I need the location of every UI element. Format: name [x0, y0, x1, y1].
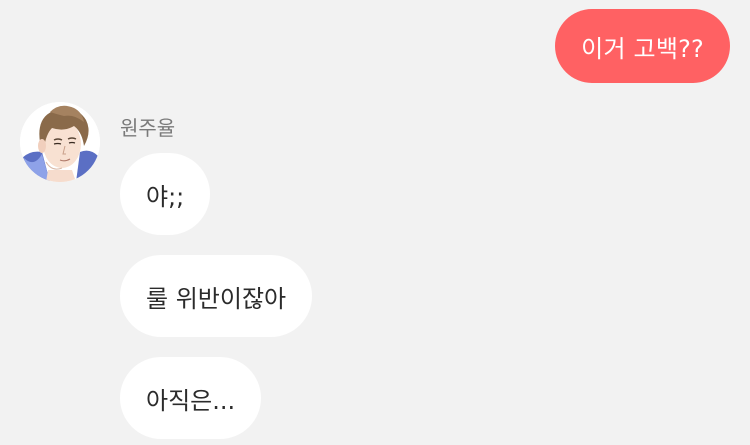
incoming-message-text: 룰 위반이잖아 [146, 284, 287, 313]
chat-thread: 이거 고백?? 원주율 야;; 룰 위반이잖아 아직은... [0, 0, 750, 445]
incoming-message-bubble[interactable]: 룰 위반이잖아 [120, 255, 313, 337]
incoming-message-bubble[interactable]: 아직은... [120, 357, 262, 439]
contact-name: 원주율 [120, 116, 176, 140]
contact-avatar[interactable] [20, 102, 100, 182]
outgoing-message-bubble[interactable]: 이거 고백?? [555, 9, 730, 83]
incoming-message-text: 야;; [146, 182, 185, 211]
outgoing-message-text: 이거 고백?? [581, 34, 704, 63]
cartoon-boy-avatar-icon [20, 102, 100, 182]
incoming-message-text: 아직은... [146, 386, 236, 415]
incoming-message-bubble[interactable]: 야;; [120, 153, 211, 235]
